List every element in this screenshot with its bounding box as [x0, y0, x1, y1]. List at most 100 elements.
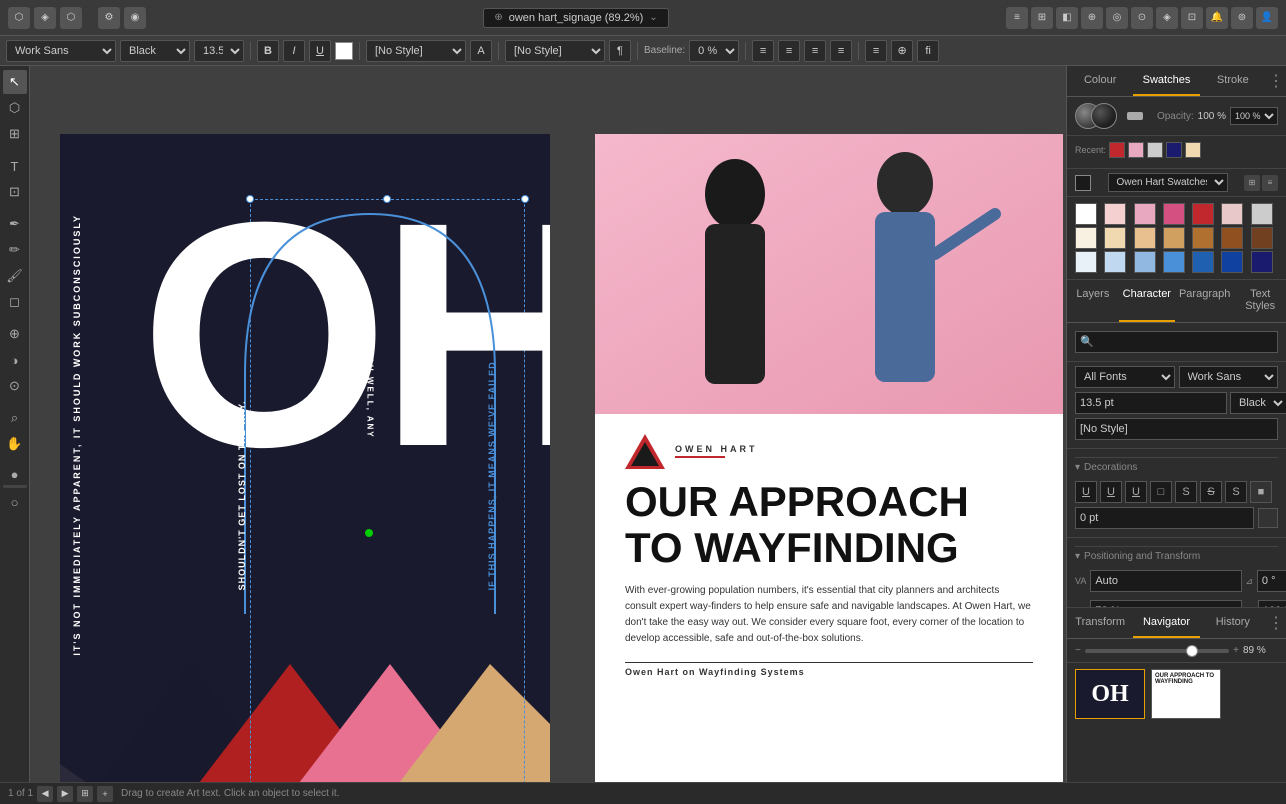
- tool-gradient[interactable]: ◑: [3, 348, 27, 372]
- tab-layers[interactable]: Layers: [1067, 280, 1119, 322]
- recent-swatch-5[interactable]: [1185, 142, 1201, 158]
- canvas-area[interactable]: OH IT'S NOT IMMEDIATELY APPARENT, IT SHO…: [30, 66, 1066, 782]
- rotation-handle[interactable]: [365, 529, 373, 537]
- view-icon-9[interactable]: 🔔: [1206, 7, 1228, 29]
- view-icon-7[interactable]: ◈: [1156, 7, 1178, 29]
- tab-stroke[interactable]: Stroke: [1200, 66, 1266, 96]
- tool-image[interactable]: ⊡: [3, 180, 27, 204]
- app-icon-3[interactable]: ⬡: [60, 7, 82, 29]
- tab-history[interactable]: History: [1200, 608, 1266, 638]
- recent-swatch-4[interactable]: [1166, 142, 1182, 158]
- thumb-page-2[interactable]: OUR APPROACH TO WAYFINDING: [1151, 669, 1221, 719]
- view-icon-10[interactable]: ⊚: [1231, 7, 1253, 29]
- deco-u[interactable]: U: [1075, 481, 1097, 503]
- swatch-blush[interactable]: [1221, 203, 1243, 225]
- view-icon-2[interactable]: ⊞: [1031, 7, 1053, 29]
- nav-panel-menu[interactable]: ⋮: [1266, 608, 1286, 638]
- swatch-blue-light[interactable]: [1075, 251, 1097, 273]
- panel-menu-icon[interactable]: ⋮: [1266, 66, 1286, 96]
- deco-box[interactable]: □: [1150, 481, 1172, 503]
- swatch-cream[interactable]: [1075, 227, 1097, 249]
- tool-paint[interactable]: 🖌: [3, 264, 27, 288]
- align-left-btn[interactable]: ≡: [752, 40, 774, 62]
- baseline-select[interactable]: 0 %: [689, 40, 739, 62]
- align-right-btn[interactable]: ≡: [804, 40, 826, 62]
- tool-icon-2[interactable]: ◉: [124, 7, 146, 29]
- tool-eyedropper[interactable]: ⊙: [3, 374, 27, 398]
- swatch-view-btn-1[interactable]: ⊞: [1244, 175, 1260, 191]
- font-name-select[interactable]: Work Sans: [1179, 366, 1279, 388]
- angle-input[interactable]: [1257, 570, 1286, 592]
- tab-colour[interactable]: Colour: [1067, 66, 1133, 96]
- decorations-label[interactable]: Decorations: [1075, 457, 1278, 477]
- swatch-navy[interactable]: [1221, 251, 1243, 273]
- more-btn-1[interactable]: ≡: [865, 40, 887, 62]
- tool-fill[interactable]: ⊕: [3, 322, 27, 346]
- swatch-pink-light[interactable]: [1104, 203, 1126, 225]
- zoom-plus[interactable]: +: [1233, 645, 1239, 656]
- prev-page-btn[interactable]: ◀: [37, 786, 53, 802]
- deco-color-swatch[interactable]: [1258, 508, 1278, 528]
- swatch-gold[interactable]: [1163, 227, 1185, 249]
- tab-swatches[interactable]: Swatches: [1133, 66, 1199, 96]
- add-page-btn[interactable]: +: [97, 786, 113, 802]
- next-page-btn[interactable]: ⊞: [77, 786, 93, 802]
- tool-zoom[interactable]: ⌕: [3, 406, 27, 430]
- tool-node[interactable]: ⬡: [3, 96, 27, 120]
- view-icon-1[interactable]: ≡: [1006, 7, 1028, 29]
- view-icon-6[interactable]: ⊙: [1131, 7, 1153, 29]
- tool-pencil[interactable]: ✏: [3, 238, 27, 262]
- opacity-select[interactable]: 100 %: [1230, 107, 1278, 125]
- va-input[interactable]: [1090, 570, 1242, 592]
- more-btn-2[interactable]: ⊕: [891, 40, 913, 62]
- deco-s1[interactable]: S: [1175, 481, 1197, 503]
- swatch-red[interactable]: [1192, 203, 1214, 225]
- swatch-brown[interactable]: [1221, 227, 1243, 249]
- recent-swatch-3[interactable]: [1147, 142, 1163, 158]
- app-icon-1[interactable]: ⬡: [8, 7, 30, 29]
- tool-crop[interactable]: ⊞: [3, 122, 27, 146]
- tool-pen[interactable]: ✒: [3, 212, 27, 236]
- deco-fill[interactable]: ■: [1250, 481, 1272, 503]
- deco-u-line2[interactable]: U̲: [1125, 481, 1147, 503]
- char-size-input[interactable]: [1075, 392, 1227, 414]
- swatch-brown-dark[interactable]: [1251, 227, 1273, 249]
- view-icon-3[interactable]: ◧: [1056, 7, 1078, 29]
- tool-text[interactable]: T: [3, 154, 27, 178]
- swatch-gray-light[interactable]: [1251, 203, 1273, 225]
- swatch-tan-light[interactable]: [1104, 227, 1126, 249]
- style-select-2[interactable]: [No Style]: [505, 40, 605, 62]
- tab-transform[interactable]: Transform: [1067, 608, 1133, 638]
- char-search-input[interactable]: [1075, 331, 1278, 353]
- tab-character[interactable]: Character: [1119, 280, 1175, 322]
- thumb-page-1[interactable]: OH: [1075, 669, 1145, 719]
- tool-icon-1[interactable]: ⚙: [98, 7, 120, 29]
- tool-select[interactable]: ↖: [3, 70, 27, 94]
- font-size-select[interactable]: 13.5 pt: [194, 40, 244, 62]
- swatch-white[interactable]: [1075, 203, 1097, 225]
- view-icon-5[interactable]: ◎: [1106, 7, 1128, 29]
- eyedropper-icon[interactable]: [1127, 112, 1143, 120]
- view-icon-4[interactable]: ⊕: [1081, 7, 1103, 29]
- swatch-tan[interactable]: [1134, 227, 1156, 249]
- swatch-view-btn-2[interactable]: ≡: [1262, 175, 1278, 191]
- char-weight-select[interactable]: Black: [1230, 392, 1286, 414]
- tool-hand[interactable]: ✋: [3, 432, 27, 456]
- deco-u-line[interactable]: U: [1100, 481, 1122, 503]
- swatch-blue-med[interactable]: [1134, 251, 1156, 273]
- deco-s3[interactable]: S: [1225, 481, 1247, 503]
- user-icon[interactable]: 👤: [1256, 7, 1278, 29]
- bold-button[interactable]: B: [257, 40, 279, 62]
- pos-transform-label[interactable]: Positioning and Transform: [1075, 546, 1278, 566]
- color-swatch[interactable]: [335, 42, 353, 60]
- view-icon-8[interactable]: ⊡: [1181, 7, 1203, 29]
- all-fonts-select[interactable]: All Fonts: [1075, 366, 1175, 388]
- swatch-pink-dark[interactable]: [1163, 203, 1185, 225]
- swatch-blue-dark[interactable]: [1192, 251, 1214, 273]
- tool-eraser[interactable]: ◻: [3, 290, 27, 314]
- swatch-pink-med[interactable]: [1134, 203, 1156, 225]
- swatch-blue-pale[interactable]: [1104, 251, 1126, 273]
- underline-button[interactable]: U: [309, 40, 331, 62]
- para-btn[interactable]: ¶: [609, 40, 631, 62]
- zoom-thumb[interactable]: [1186, 645, 1198, 657]
